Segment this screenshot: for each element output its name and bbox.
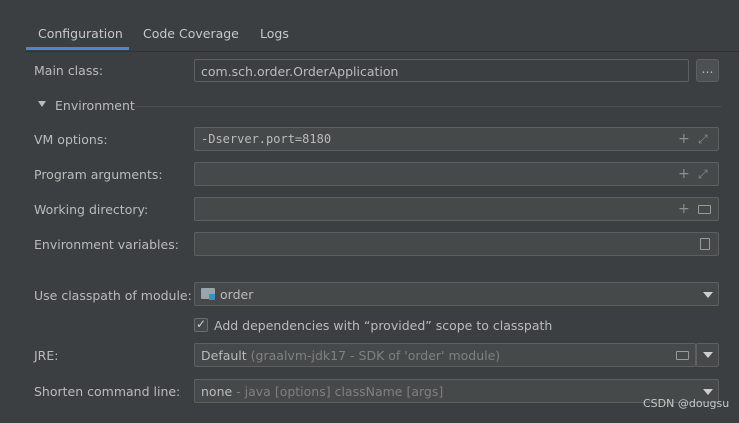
shorten-command-line-text: none - java [options] className [args] <box>201 384 443 399</box>
jre-text: Default (graalvm-jdk17 - SDK of 'order' … <box>201 348 500 363</box>
classpath-module-value: order <box>220 287 254 302</box>
add-icon[interactable]: + <box>678 132 690 146</box>
shorten-command-line-hint: - java [options] className [args] <box>236 384 444 399</box>
add-icon[interactable]: + <box>678 202 690 216</box>
main-class-field[interactable]: com.sch.order.OrderApplication <box>194 59 689 82</box>
classpath-module-select[interactable]: order <box>194 282 719 306</box>
expand-icon[interactable]: ⤢ <box>698 167 708 181</box>
module-badge-icon <box>209 294 215 300</box>
watermark: CSDN @dougsu <box>643 397 730 410</box>
chevron-down-icon <box>703 352 713 358</box>
folder-icon[interactable] <box>698 205 711 214</box>
working-directory-label: Working directory: <box>34 202 149 217</box>
jre-value: Default <box>201 348 247 363</box>
shorten-command-line-label: Shorten command line: <box>34 384 181 399</box>
program-arguments-field[interactable]: + ⤢ <box>194 162 719 186</box>
jre-hint: (graalvm-jdk17 - SDK of 'order' module) <box>250 348 501 363</box>
active-tab-indicator <box>26 47 129 50</box>
jre-label: JRE: <box>34 348 59 363</box>
chevron-down-icon[interactable] <box>703 292 713 298</box>
chevron-down-icon[interactable] <box>703 389 713 395</box>
classpath-module-label: Use classpath of module: <box>34 288 192 303</box>
collapse-arrow-icon[interactable] <box>38 101 46 107</box>
main-class-label: Main class: <box>34 63 104 78</box>
environment-section-title[interactable]: Environment <box>55 98 135 113</box>
shorten-command-line-select[interactable]: none - java [options] className [args] <box>194 379 719 403</box>
vm-options-label: VM options: <box>34 132 108 147</box>
checkmark-icon: ✓ <box>196 317 207 331</box>
jre-field[interactable]: Default (graalvm-jdk17 - SDK of 'order' … <box>194 343 696 367</box>
add-dependencies-label[interactable]: Add dependencies with “provided” scope t… <box>214 318 552 333</box>
add-dependencies-checkbox[interactable]: ✓ <box>194 317 208 332</box>
edit-variables-icon[interactable] <box>700 238 710 250</box>
expand-icon[interactable]: ⤢ <box>698 132 708 146</box>
main-class-value: com.sch.order.OrderApplication <box>201 64 399 79</box>
add-icon[interactable]: + <box>678 167 690 181</box>
browse-main-class-button[interactable]: ... <box>696 59 719 82</box>
tab-logs[interactable]: Logs <box>260 26 289 50</box>
environment-variables-field[interactable] <box>194 232 719 256</box>
tab-code-coverage[interactable]: Code Coverage <box>143 26 239 50</box>
environment-variables-label: Environment variables: <box>34 237 179 252</box>
shorten-command-line-value: none <box>201 384 233 399</box>
vm-options-value: -Dserver.port=8180 <box>201 132 332 146</box>
working-directory-field[interactable]: + <box>194 197 719 221</box>
jre-dropdown-button[interactable] <box>696 343 719 367</box>
environment-divider <box>135 106 721 107</box>
vm-options-field[interactable]: -Dserver.port=8180 + ⤢ <box>194 127 719 151</box>
folder-icon[interactable] <box>676 351 689 360</box>
program-arguments-label: Program arguments: <box>34 167 163 182</box>
